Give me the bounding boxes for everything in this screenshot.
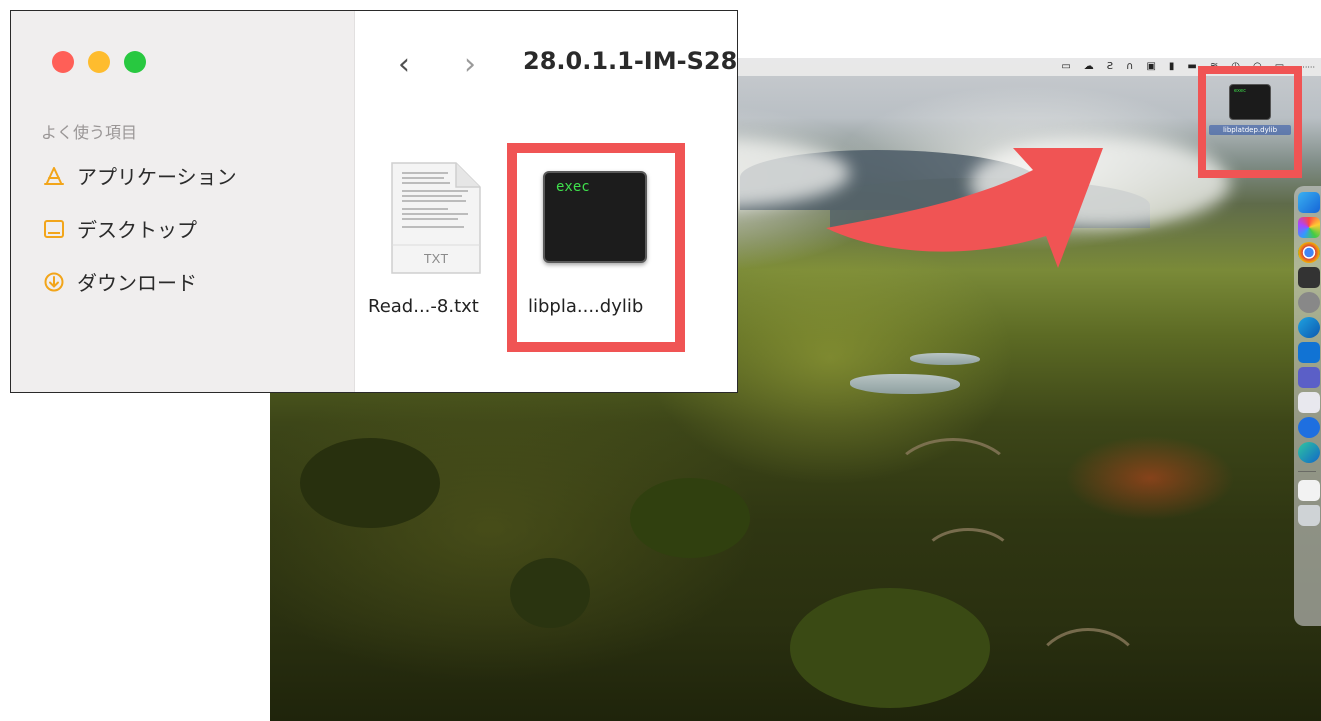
tree: [510, 558, 590, 628]
tree: [790, 588, 990, 708]
close-button[interactable]: [52, 51, 74, 73]
road: [1030, 628, 1146, 721]
teams-dock-icon[interactable]: [1298, 367, 1320, 388]
s-icon[interactable]: Ƨ: [1107, 58, 1113, 76]
txt-document-icon[interactable]: TXT: [388, 161, 483, 276]
battery-icon[interactable]: ▬: [1187, 58, 1196, 76]
sidebar-item-applications[interactable]: アプリケーション: [43, 161, 237, 190]
cloud-icon[interactable]: ☁: [1084, 58, 1094, 76]
tree: [300, 438, 440, 528]
trash-dock-icon[interactable]: [1298, 505, 1320, 526]
desktop-icon: [43, 218, 65, 240]
desktop-file-label: libplatdep.dylib: [1209, 125, 1291, 135]
headphones-icon[interactable]: ∩: [1126, 58, 1133, 76]
txt-badge: TXT: [424, 251, 449, 266]
sidebar-item-label: ダウンロード: [77, 271, 197, 295]
input-source-icon[interactable]: ▣: [1146, 58, 1155, 76]
applications-icon: [43, 165, 65, 187]
settings-dock-icon[interactable]: [1298, 292, 1320, 313]
file-label: Read...-8.txt: [368, 296, 479, 317]
finder-dock-icon[interactable]: [1298, 192, 1320, 213]
desktop-file-highlight[interactable]: exec libplatdep.dylib: [1198, 66, 1302, 178]
back-button[interactable]: ‹: [398, 47, 410, 83]
launchpad-dock-icon[interactable]: [1298, 217, 1320, 238]
tree: [630, 478, 750, 558]
pond: [850, 374, 960, 394]
file-label: libpla....dylib: [528, 296, 644, 317]
folder-title: 28.0.1.1-IM-S28: [523, 47, 738, 75]
edge-dock-icon[interactable]: [1298, 317, 1320, 338]
screen-icon[interactable]: ▭: [1061, 58, 1070, 76]
downloads-icon: [43, 271, 65, 293]
exec-file-icon[interactable]: exec: [543, 171, 647, 263]
zoom-button[interactable]: [124, 51, 146, 73]
drag-arrow-icon: [826, 148, 1103, 268]
outlook-dock-icon[interactable]: [1298, 342, 1320, 363]
sidebar-item-desktop[interactable]: デスクトップ: [43, 214, 197, 243]
forward-button[interactable]: ›: [464, 47, 476, 83]
finder-window: よく使う項目 アプリケーション デスクトップ ダウンロード ‹ › 28.0.1…: [10, 10, 738, 393]
sidebar-heading-favorites: よく使う項目: [41, 123, 138, 142]
preview-dock-icon[interactable]: [1298, 392, 1320, 413]
road: [890, 438, 1016, 524]
sidebar-item-label: デスクトップ: [77, 218, 197, 242]
document-dock-icon[interactable]: [1298, 480, 1320, 501]
sidebar-item-downloads[interactable]: ダウンロード: [43, 267, 197, 296]
finder-sidebar: よく使う項目 アプリケーション デスクトップ ダウンロード: [11, 11, 355, 392]
minimize-button[interactable]: [88, 51, 110, 73]
dock: [1294, 186, 1321, 626]
pond: [910, 353, 980, 365]
sidebar-item-label: アプリケーション: [77, 165, 237, 189]
dock-separator: [1298, 471, 1316, 472]
edge-dev-dock-icon[interactable]: [1298, 442, 1320, 463]
exec-file-icon: exec: [1229, 84, 1271, 120]
chrome-dock-icon[interactable]: [1298, 242, 1320, 263]
road: [920, 528, 1016, 594]
download-dock-icon[interactable]: [1298, 417, 1320, 438]
unity-dock-icon[interactable]: [1298, 267, 1320, 288]
b-icon[interactable]: ▮: [1169, 58, 1175, 76]
window-controls: [52, 51, 146, 73]
